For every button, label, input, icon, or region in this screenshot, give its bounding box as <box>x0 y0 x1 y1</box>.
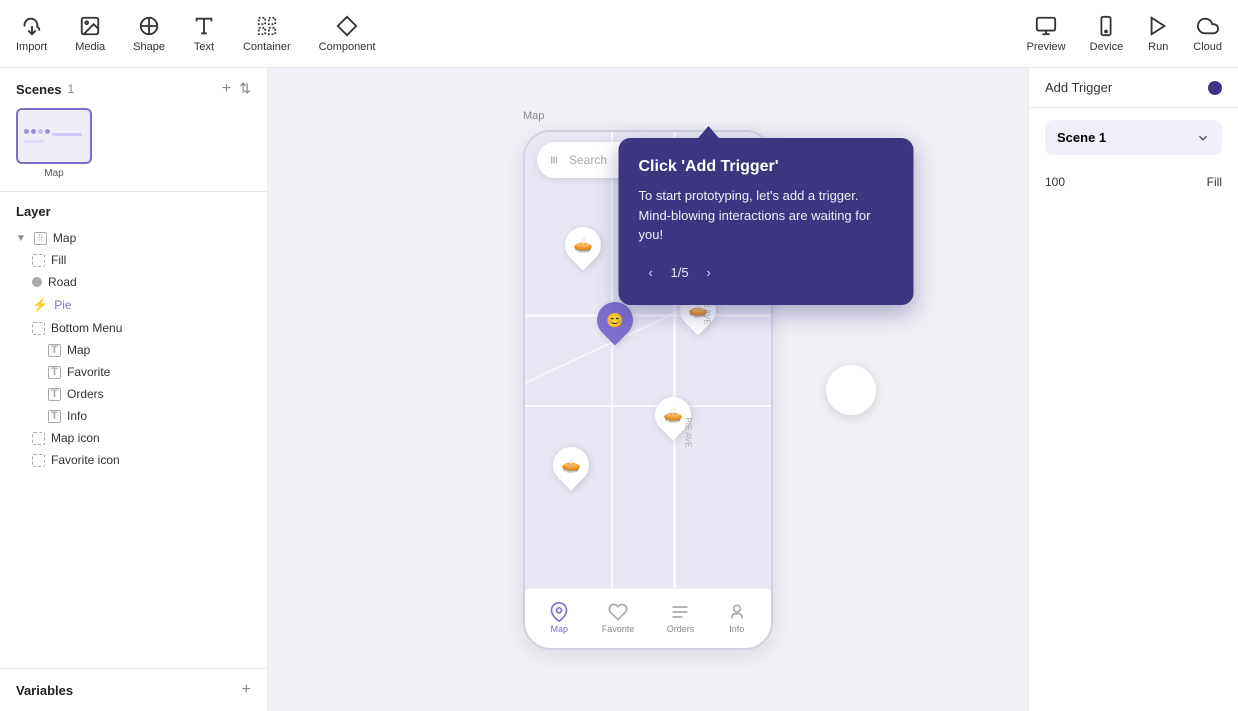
layer-item-pie[interactable]: ⚡ Pie <box>0 293 267 317</box>
layer-section: Layer ▼ ⠿ Map Fill Road ⚡ Pie <box>0 192 267 668</box>
toolbar-left: Import Media Shape Text <box>16 15 376 53</box>
map-pin-3: 😊 <box>597 302 633 338</box>
tooltip-arrow <box>697 126 721 140</box>
favorite-T-icon: T <box>48 366 61 379</box>
layer-item-map[interactable]: ▼ ⠿ Map <box>0 227 267 249</box>
device-button[interactable]: Device <box>1090 15 1124 53</box>
map-icon-frame <box>32 432 45 445</box>
add-scene-button[interactable]: + <box>222 80 231 98</box>
layer-item-info[interactable]: T Info <box>0 405 267 427</box>
run-button[interactable]: Run <box>1147 15 1169 53</box>
tooltip-next-button[interactable]: › <box>697 261 721 285</box>
container-button[interactable]: Container <box>243 15 291 53</box>
variables-section: Variables + <box>0 668 267 711</box>
road-h2 <box>525 405 771 407</box>
tooltip-popup: Click 'Add Trigger' To start prototyping… <box>619 138 914 305</box>
frame-icon: ⠿ <box>34 232 47 245</box>
scene-selector[interactable]: Scene 1 <box>1045 120 1222 155</box>
road-circle-icon <box>32 277 42 287</box>
tooltip-title: Click 'Add Trigger' <box>639 158 894 176</box>
main-layout: Scenes 1 + ⇅ <box>0 68 1238 711</box>
fill-label: Fill <box>1207 175 1222 189</box>
fill-frame-icon <box>32 254 45 267</box>
scene-selector-label: Scene 1 <box>1057 130 1106 145</box>
preview-button[interactable]: Preview <box>1027 15 1066 53</box>
road-label-2: PIE AVE <box>683 417 692 447</box>
fill-row: 100 Fill <box>1029 167 1238 197</box>
scenes-section: Scenes 1 + ⇅ <box>0 68 267 192</box>
tooltip-body: To start prototyping, let's add a trigge… <box>639 186 894 245</box>
road-h <box>525 314 771 317</box>
left-panel: Scenes 1 + ⇅ <box>0 68 268 711</box>
map-pin-6: 🥧 <box>553 447 589 483</box>
nav-item-info[interactable]: Info <box>727 602 747 634</box>
trigger-dot[interactable] <box>1208 81 1222 95</box>
add-variable-button[interactable]: + <box>242 681 251 699</box>
trigger-header: Add Trigger <box>1029 68 1238 108</box>
canvas-label: Map <box>523 110 544 122</box>
orders-T-icon: T <box>48 388 61 401</box>
map-pin-1: 🥧 <box>565 227 601 263</box>
scenes-header: Scenes 1 + ⇅ <box>16 80 251 98</box>
phone-nav: Map Favorite Orders <box>525 588 771 648</box>
variables-title: Variables <box>16 683 73 698</box>
nav-item-orders[interactable]: Orders <box>667 602 695 634</box>
media-button[interactable]: Media <box>75 15 105 53</box>
cloud-button[interactable]: Cloud <box>1193 15 1222 53</box>
layer-item-fill[interactable]: Fill <box>0 249 267 271</box>
toolbar: Import Media Shape Text <box>0 0 1238 68</box>
layer-item-map-icon[interactable]: Map icon <box>0 427 267 449</box>
tooltip-footer: ‹ 1/5 › <box>639 261 894 285</box>
nav-item-map[interactable]: Map <box>549 602 569 634</box>
canvas-drag-circle[interactable] <box>826 365 876 415</box>
component-button[interactable]: Component <box>319 15 376 53</box>
tooltip-prev-button[interactable]: ‹ <box>639 261 663 285</box>
scenes-count: 1 <box>68 82 75 96</box>
map-T-icon: T <box>48 344 61 357</box>
sort-scenes-button[interactable]: ⇅ <box>239 80 251 98</box>
layer-item-orders[interactable]: T Orders <box>0 383 267 405</box>
toolbar-right: Preview Device Run Cloud <box>1027 15 1223 53</box>
scene-thumbnail[interactable] <box>16 108 92 164</box>
text-button[interactable]: Text <box>193 15 215 53</box>
import-button[interactable]: Import <box>16 15 47 53</box>
right-panel: Add Trigger Scene 1 100 Fill <box>1028 68 1238 711</box>
pie-bolt-icon: ⚡ <box>32 297 48 313</box>
shape-button[interactable]: Shape <box>133 15 165 53</box>
road-v1 <box>611 132 613 588</box>
tooltip-pagination: 1/5 <box>671 265 689 280</box>
scenes-title: Scenes <box>16 82 62 97</box>
tooltip-navigation: ‹ 1/5 › <box>639 261 721 285</box>
info-T-icon: T <box>48 410 61 423</box>
trigger-label: Add Trigger <box>1045 80 1112 95</box>
layer-item-map-sub[interactable]: T Map <box>0 339 267 361</box>
scenes-actions: + ⇅ <box>222 80 251 98</box>
scene-label: Map <box>44 168 63 179</box>
nav-item-favorite[interactable]: Favorite <box>602 602 635 634</box>
expand-icon: ▼ <box>16 233 26 244</box>
layer-item-favorite[interactable]: T Favorite <box>0 361 267 383</box>
layer-item-favorite-icon[interactable]: Favorite icon <box>0 449 267 471</box>
fill-value: 100 <box>1045 175 1065 189</box>
canvas-area[interactable]: Map Search <box>268 68 1028 711</box>
fav-icon-frame <box>32 454 45 467</box>
bottom-menu-icon <box>32 322 45 335</box>
scenes-title-group: Scenes 1 <box>16 82 74 97</box>
layer-item-road[interactable]: Road <box>0 271 267 293</box>
layer-item-bottom-menu[interactable]: Bottom Menu <box>0 317 267 339</box>
layer-header: Layer <box>0 204 267 227</box>
